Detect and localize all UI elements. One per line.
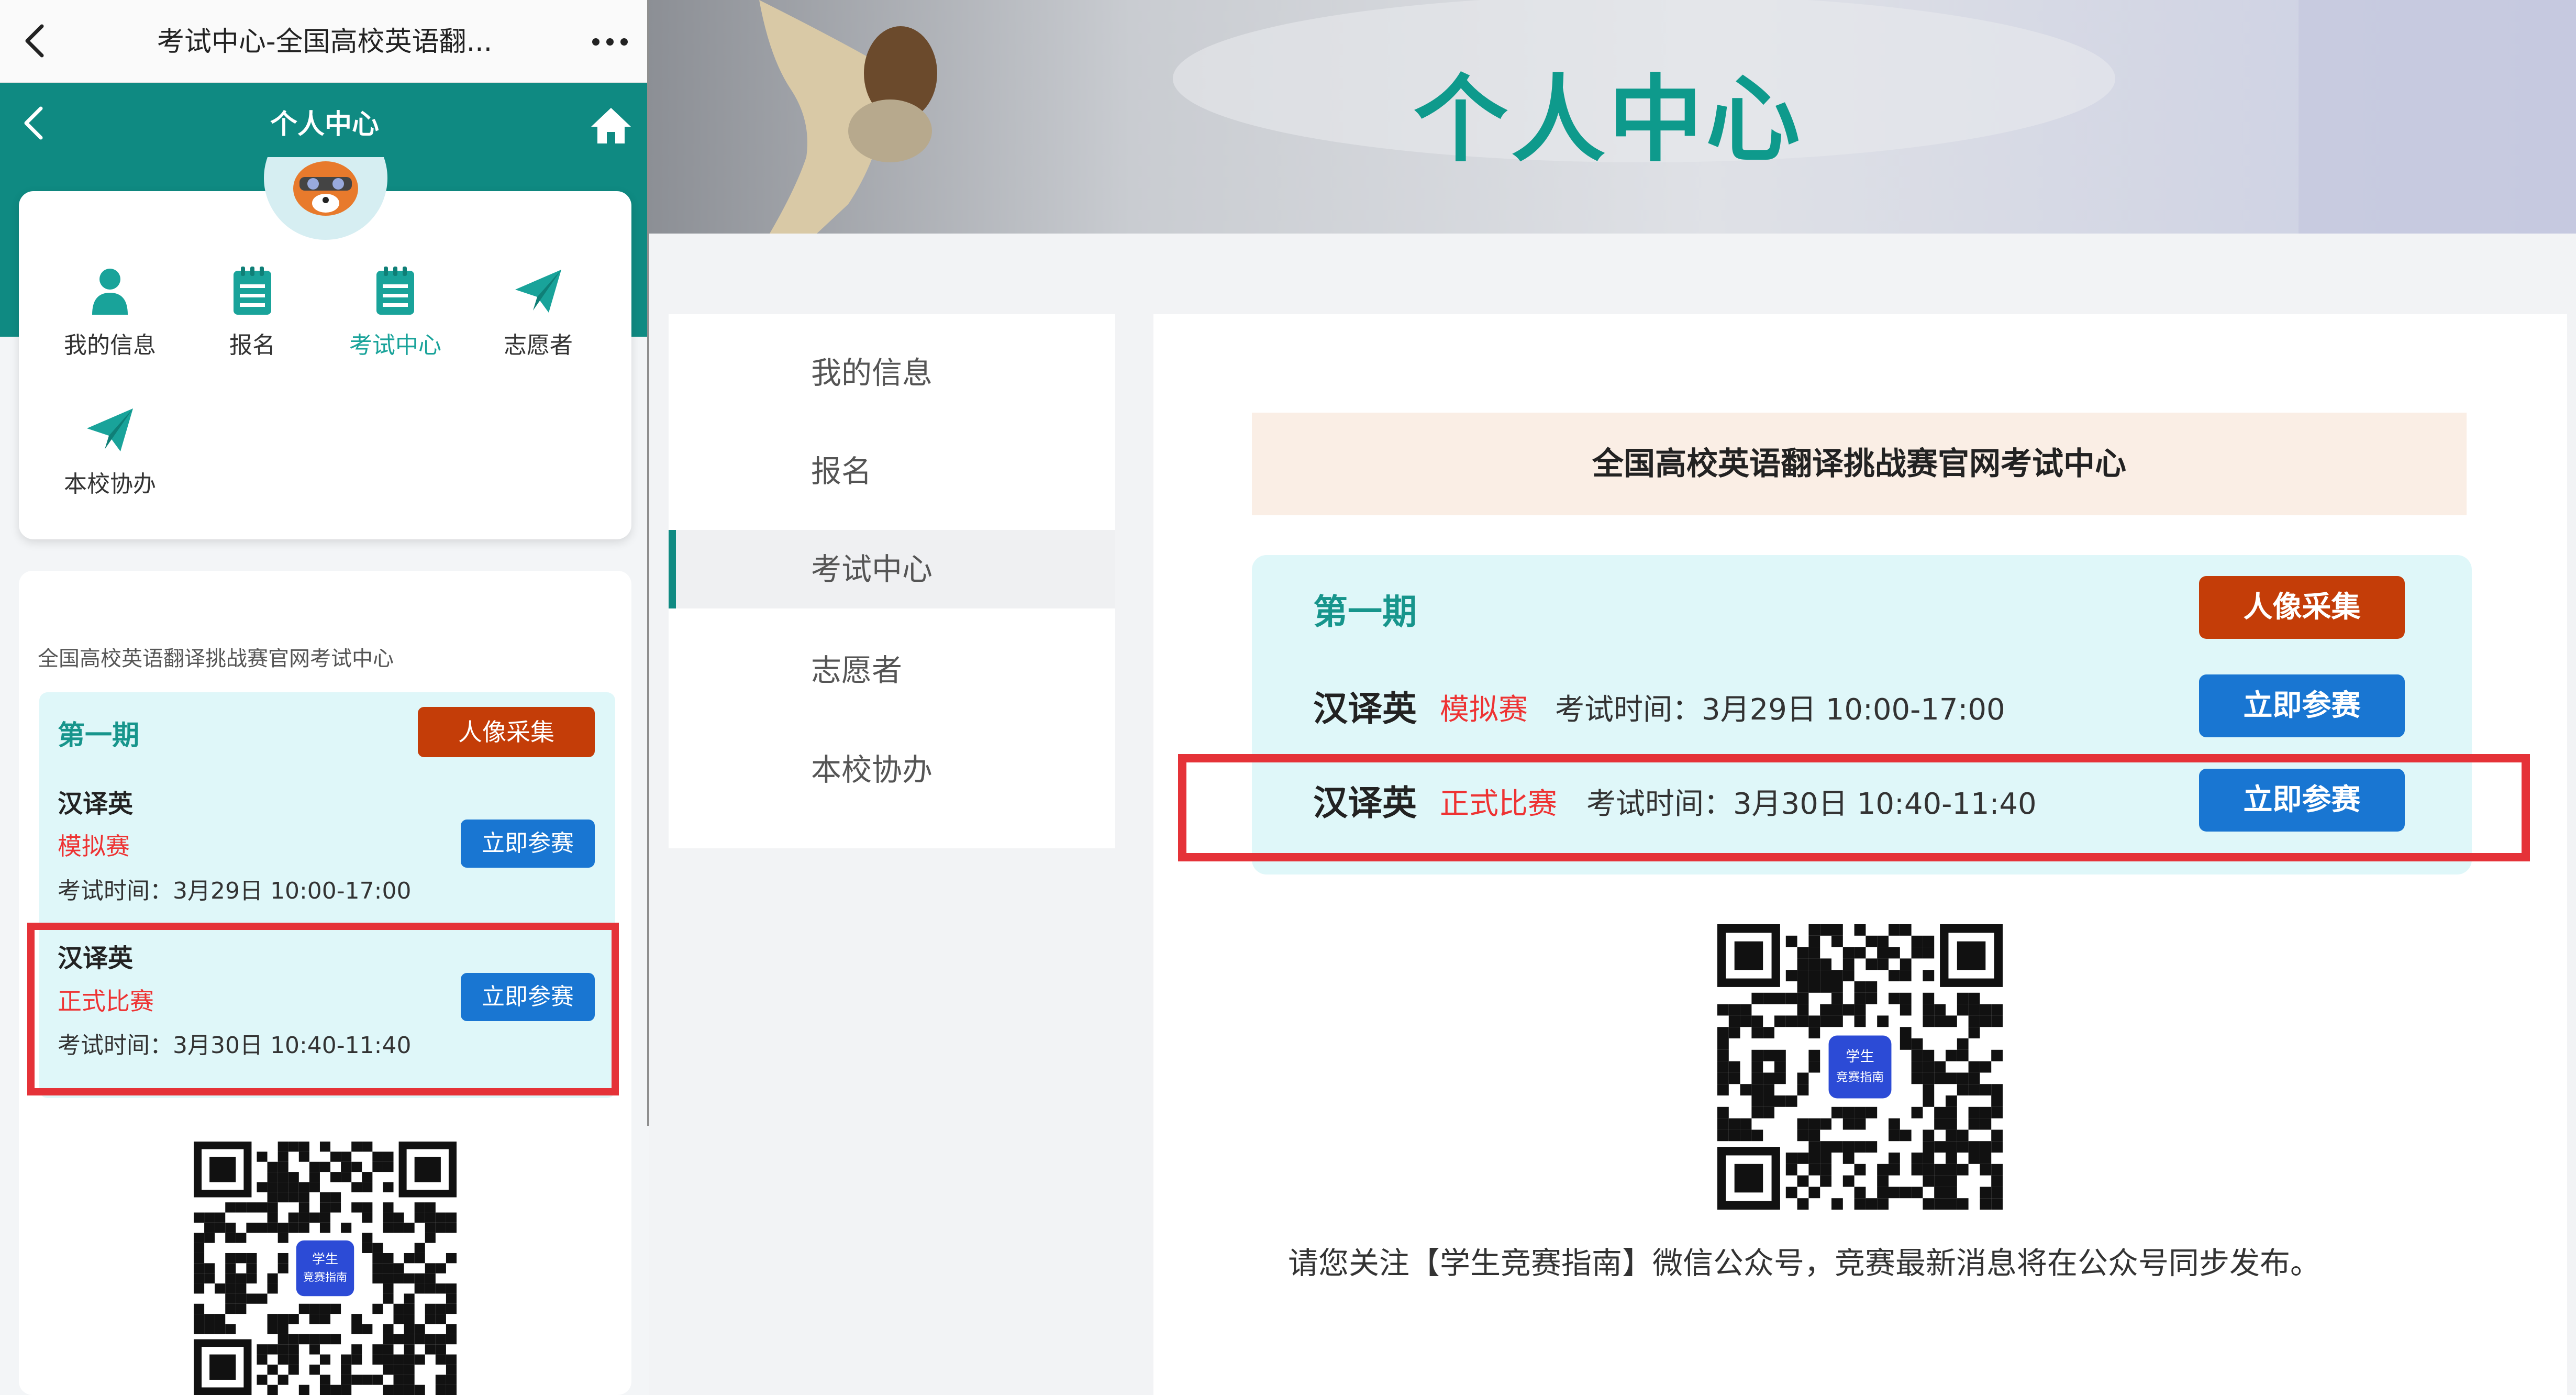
main-title: 全国高校英语翻译挑战赛官网考试中心 <box>1252 413 2467 515</box>
paper-plane-icon <box>87 408 133 451</box>
highlight-box <box>1178 754 2530 861</box>
sidebar-item-my-info[interactable]: 我的信息 <box>669 334 1115 412</box>
paper-plane-icon <box>515 270 561 313</box>
menu-item-label: 本校协办 <box>64 471 156 497</box>
period-label: 第一期 <box>58 720 140 751</box>
menu-item-label: 考试中心 <box>349 332 441 359</box>
exam-name: 汉译英 <box>58 789 134 818</box>
exam-name: 汉译英 <box>1313 689 1417 729</box>
sidebar-active-indicator <box>669 530 676 608</box>
nav-back-icon[interactable] <box>16 102 52 144</box>
highlight-box <box>27 923 619 1095</box>
sidebar-item-signup[interactable]: 报名 <box>669 432 1115 511</box>
menu-item-volunteer[interactable]: 志愿者 <box>470 264 606 369</box>
photo-capture-button[interactable]: 人像采集 <box>2199 576 2405 639</box>
period-label: 第一期 <box>1313 592 1417 632</box>
menu-item-label: 志愿者 <box>504 332 573 359</box>
section-title: 全国高校英语翻译挑战赛官网考试中心 <box>38 647 394 671</box>
sidebar-item-exam-center[interactable]: 考试中心 <box>669 530 1115 608</box>
menu-item-school-cohost[interactable]: 本校协办 <box>42 403 178 508</box>
exam-time: 考试时间：3月29日 10:00-17:00 <box>58 878 412 904</box>
menu-item-label: 报名 <box>229 332 275 359</box>
exam-type: 模拟赛 <box>1440 693 1528 727</box>
wechat-notice: 请您关注【学生竞赛指南】微信公众号，竞赛最新消息将在公众号同步发布。 <box>1288 1245 2321 1281</box>
sidebar-item-volunteer[interactable]: 志愿者 <box>669 631 1115 710</box>
photo-capture-button[interactable]: 人像采集 <box>418 707 595 757</box>
home-icon[interactable] <box>589 105 633 147</box>
menu-item-exam-center[interactable]: 考试中心 <box>327 264 463 369</box>
nav-title: 个人中心 <box>270 109 379 140</box>
menu-item-my-info[interactable]: 我的信息 <box>42 264 178 369</box>
join-mock-button[interactable]: 立即参赛 <box>461 820 595 868</box>
more-dots-icon[interactable] <box>586 26 634 58</box>
user-icon <box>92 269 128 315</box>
menu-item-signup[interactable]: 报名 <box>184 264 320 369</box>
qr-code: 学生 竞赛指南 <box>1717 924 2003 1210</box>
qr-logo-text: 竞赛指南 <box>1836 1071 1884 1084</box>
qr-logo-text: 学生 <box>1846 1049 1874 1065</box>
join-mock-button[interactable]: 立即参赛 <box>2199 674 2405 737</box>
avatar <box>264 157 387 240</box>
notepad-icon <box>376 267 414 315</box>
qr-logo-text: 竞赛指南 <box>303 1271 347 1284</box>
banner-title: 个人中心 <box>1414 65 1804 175</box>
back-chevron-icon[interactable] <box>16 20 58 62</box>
menu-item-label: 我的信息 <box>64 332 156 359</box>
sidebar-item-school-cohost[interactable]: 本校协办 <box>669 730 1115 809</box>
qr-code: 学生 竞赛指南 <box>194 1142 457 1395</box>
notepad-icon <box>234 267 271 315</box>
qr-logo-text: 学生 <box>312 1252 338 1266</box>
exam-type: 模拟赛 <box>58 832 130 860</box>
exam-time: 考试时间：3月29日 10:00-17:00 <box>1555 693 2005 727</box>
browser-title: 考试中心-全国高校英语翻... <box>157 26 493 58</box>
